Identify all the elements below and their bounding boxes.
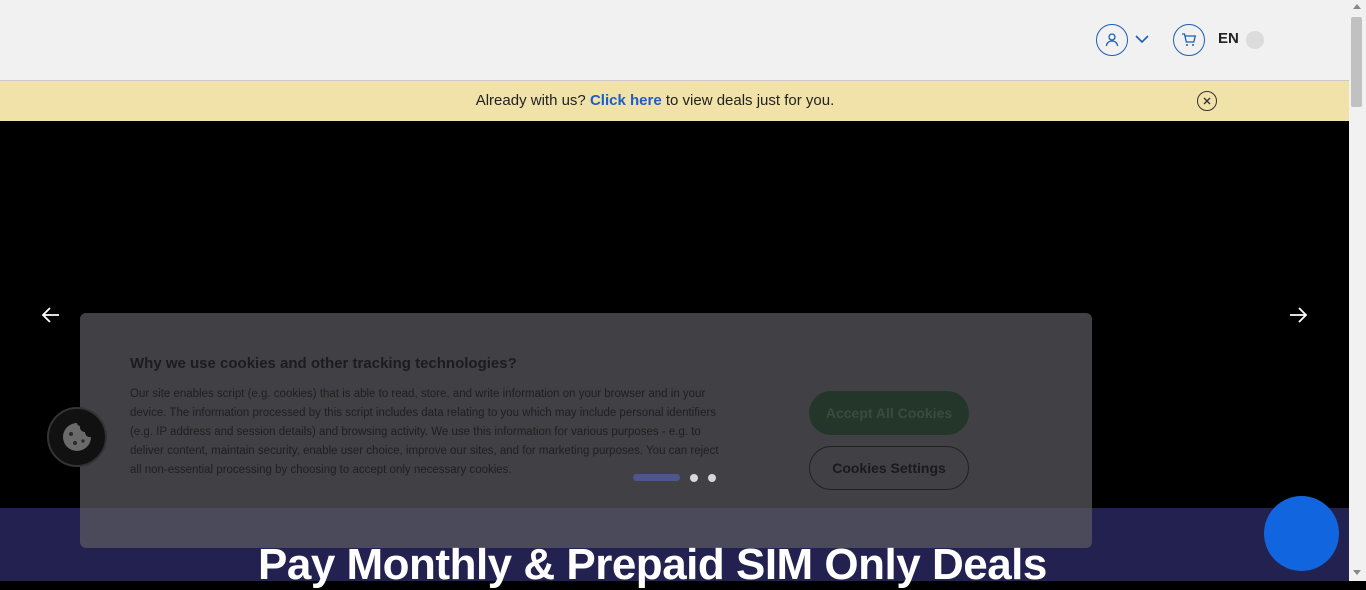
- carousel-dot[interactable]: [690, 474, 698, 482]
- banner-close-button[interactable]: [1197, 91, 1217, 111]
- user-icon: [1105, 33, 1119, 47]
- cart-button[interactable]: [1173, 24, 1205, 56]
- accept-all-cookies-button[interactable]: Accept All Cookies: [809, 391, 969, 435]
- carousel-dot[interactable]: [708, 474, 716, 482]
- cookie-title: Why we use cookies and other tracking te…: [130, 355, 517, 372]
- language-selector[interactable]: EN: [1218, 30, 1239, 47]
- banner-prefix: Already with us?: [475, 92, 586, 109]
- arrow-left-icon[interactable]: [40, 304, 62, 326]
- close-icon: [1203, 97, 1211, 105]
- banner-link[interactable]: Click here: [590, 92, 662, 109]
- banner-suffix: to view deals just for you.: [665, 92, 835, 109]
- site-header: EN: [0, 0, 1349, 81]
- cookies-settings-button[interactable]: Cookies Settings: [809, 446, 969, 490]
- cookie-icon: [63, 423, 91, 451]
- arrow-right-icon[interactable]: [1287, 304, 1309, 326]
- scroll-up-icon[interactable]: [1353, 4, 1361, 9]
- scroll-thumb[interactable]: [1351, 17, 1362, 107]
- existing-customer-banner: Already with us? Click here to view deal…: [0, 81, 1349, 121]
- account-button[interactable]: [1096, 24, 1128, 56]
- language-indicator: [1246, 31, 1264, 49]
- carousel-dot-active[interactable]: [633, 474, 680, 481]
- cookie-consent-panel: Why we use cookies and other tracking te…: [80, 313, 1092, 548]
- scrollbar[interactable]: [1349, 0, 1366, 581]
- cart-icon: [1182, 33, 1197, 46]
- cookie-preferences-button[interactable]: [47, 407, 107, 467]
- scroll-down-icon[interactable]: [1353, 570, 1361, 575]
- chevron-down-icon[interactable]: [1134, 31, 1150, 47]
- cookie-description: Our site enables script (e.g. cookies) t…: [130, 388, 719, 476]
- banner-text: Already with us? Click here to view deal…: [0, 92, 1310, 109]
- chat-button[interactable]: [1264, 496, 1339, 571]
